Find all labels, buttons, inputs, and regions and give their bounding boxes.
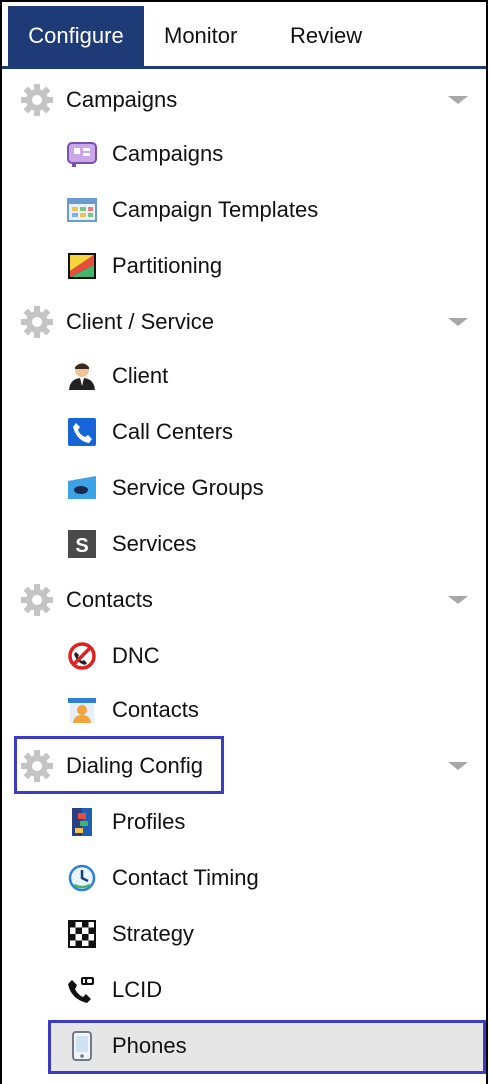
menu-item-profiles[interactable]: Profiles [2,794,486,850]
chevron-down-icon[interactable] [448,762,468,770]
menu-item-services[interactable]: S Services [2,516,486,572]
top-tab-bar: Configure Monitor Review [2,2,486,69]
tab-configure[interactable]: Configure [8,6,144,66]
section-label-client-service: Client / Service [66,309,214,334]
tab-underline [2,66,486,69]
menu-item-label: Partitioning [112,253,223,278]
menu-item-label: Services [112,531,197,556]
menu-item-campaign-templates[interactable]: Campaign Templates [2,182,486,238]
menu-item-label: Contacts [112,697,199,722]
menu-item-lcid[interactable]: LCID [2,962,486,1018]
gear-icon [21,306,53,338]
chevron-down-icon[interactable] [448,96,468,104]
profiles-icon [72,808,92,836]
menu-item-service-groups[interactable]: Service Groups [2,460,486,516]
menu-item-label: Client [112,363,169,388]
menu-item-contacts[interactable]: Contacts [2,682,486,738]
menu-item-client[interactable]: Client [2,348,486,404]
menu-item-label: Service Groups [112,475,264,500]
menu-item-call-centers[interactable]: Call Centers [2,404,486,460]
section-label-contacts: Contacts [66,587,153,612]
navigation-panel: Configure Monitor Review Campaigns Campa… [0,0,488,1084]
menu-item-label: Contact Timing [112,865,259,890]
menu-item-campaigns[interactable]: Campaigns [2,126,486,182]
section-header-client-service[interactable]: Client / Service [2,294,486,350]
menu-item-label: Call Centers [112,419,234,444]
menu-item-strategy[interactable]: Strategy [2,906,486,962]
section-header-contacts[interactable]: Contacts [2,572,486,628]
menu-item-label: Profiles [112,809,186,834]
section-header-campaigns[interactable]: Campaigns [2,72,486,128]
menu-item-label: Campaign Templates [112,197,319,222]
section-label-campaigns: Campaigns [66,87,178,112]
client-icon [69,363,95,390]
campaign-templates-icon [67,198,97,222]
service-groups-icon [68,476,96,499]
menu-item-label: LCID [112,977,163,1002]
menu-item-partitioning[interactable]: Partitioning [2,238,486,294]
phones-highlight [48,1020,486,1074]
campaigns-icon [67,142,97,167]
services-icon: S [68,530,96,558]
partitioning-icon [68,253,96,279]
dialing-config-highlight [14,736,224,794]
tab-review[interactable]: Review [278,6,374,66]
menu-item-dnc[interactable]: DNC [2,628,486,684]
call-centers-icon [68,418,96,446]
services-icon-glyph: S [75,535,88,557]
menu-item-contact-timing[interactable]: Contact Timing [2,850,486,906]
lcid-icon [68,977,94,1003]
menu-item-label: Campaigns [112,141,224,166]
chevron-down-icon[interactable] [448,596,468,604]
chevron-down-icon[interactable] [448,318,468,326]
gear-icon [21,584,53,616]
menu-item-label: DNC [112,643,160,668]
gear-icon [21,84,53,116]
tab-monitor[interactable]: Monitor [152,6,249,66]
contacts-icon [68,698,96,723]
dnc-icon [68,642,96,670]
menu-item-label: Strategy [112,921,194,946]
strategy-icon [68,920,96,948]
contact-timing-icon [68,864,96,892]
